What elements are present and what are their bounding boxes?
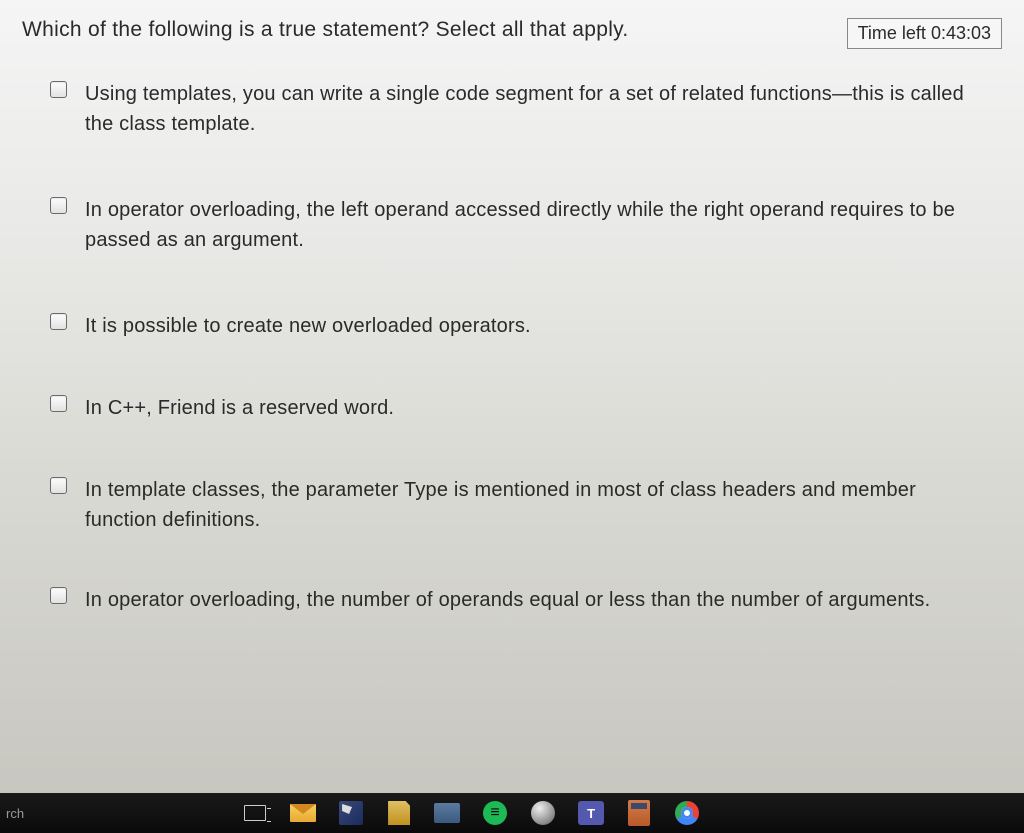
option-text: In operator overloading, the left operan… <box>85 195 982 255</box>
app-icon[interactable] <box>338 800 364 826</box>
calculator-icon[interactable] <box>626 800 652 826</box>
timer-box: Time left 0:43:03 <box>847 18 1002 49</box>
option-row: In C++, Friend is a reserved word. <box>50 393 982 423</box>
option-text: It is possible to create new overloaded … <box>85 311 531 341</box>
taskbar: rch ≡ T <box>0 793 1024 833</box>
option-text: In template classes, the parameter Type … <box>85 475 982 535</box>
checkbox-option-3[interactable] <box>50 313 67 330</box>
document-icon[interactable] <box>386 800 412 826</box>
options-list: Using templates, you can write a single … <box>22 79 1002 615</box>
checkbox-option-6[interactable] <box>50 587 67 604</box>
checkbox-option-2[interactable] <box>50 197 67 214</box>
checkbox-option-4[interactable] <box>50 395 67 412</box>
teams-icon[interactable]: T <box>578 800 604 826</box>
mail-icon[interactable] <box>290 800 316 826</box>
option-row: It is possible to create new overloaded … <box>50 311 982 341</box>
sphere-icon[interactable] <box>530 800 556 826</box>
option-text: In C++, Friend is a reserved word. <box>85 393 394 423</box>
checkbox-option-1[interactable] <box>50 81 67 98</box>
chrome-icon[interactable] <box>674 800 700 826</box>
spotify-icon[interactable]: ≡ <box>482 800 508 826</box>
option-text: Using templates, you can write a single … <box>85 79 982 139</box>
option-row: In operator overloading, the left operan… <box>50 195 982 255</box>
option-row: In template classes, the parameter Type … <box>50 475 982 535</box>
option-row: Using templates, you can write a single … <box>50 79 982 139</box>
task-view-icon[interactable] <box>242 800 268 826</box>
question-prompt: Which of the following is a true stateme… <box>22 18 629 42</box>
option-row: In operator overloading, the number of o… <box>50 585 982 615</box>
option-text: In operator overloading, the number of o… <box>85 585 930 615</box>
checkbox-option-5[interactable] <box>50 477 67 494</box>
folder-icon[interactable] <box>434 800 460 826</box>
search-text[interactable]: rch <box>0 806 32 821</box>
